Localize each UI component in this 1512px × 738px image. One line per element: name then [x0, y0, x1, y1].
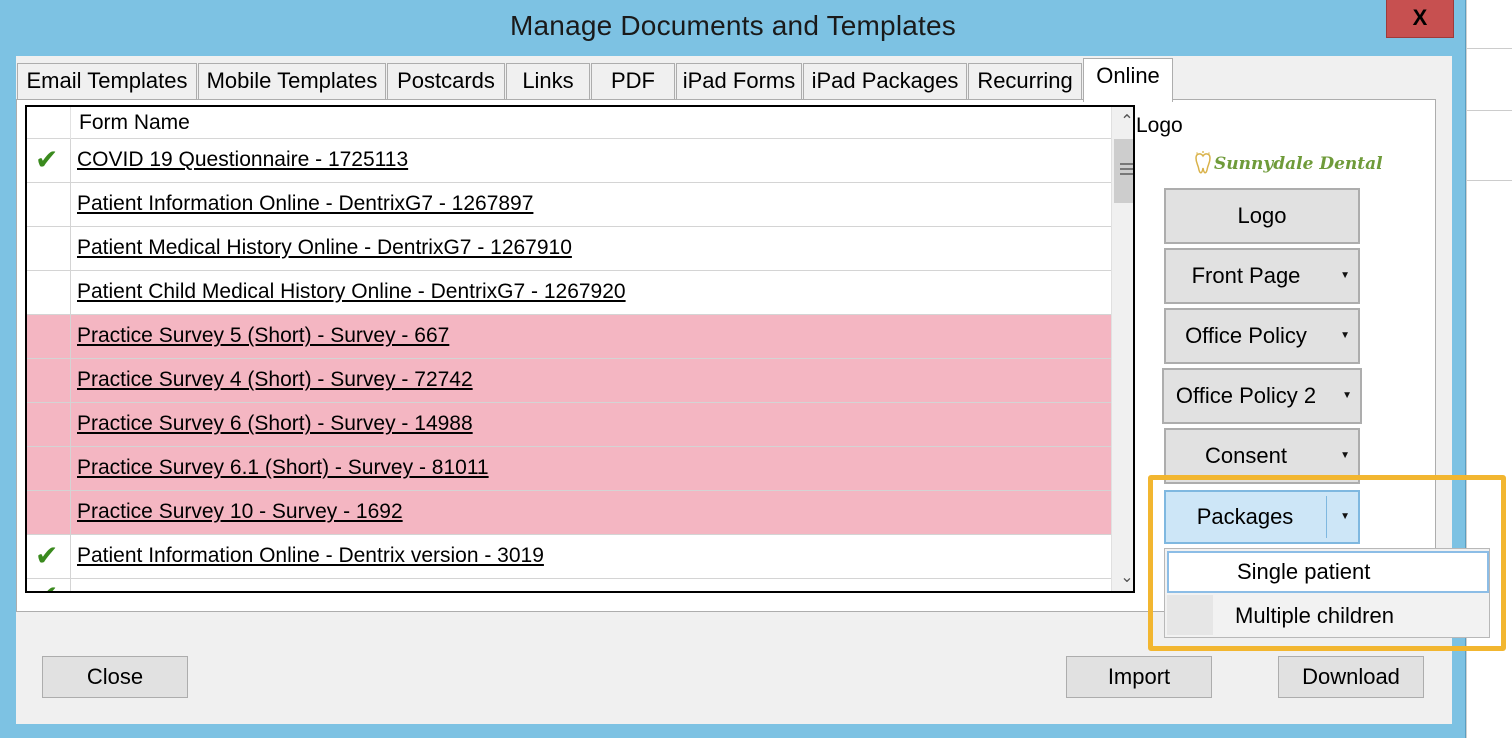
check-cell[interactable] — [27, 271, 71, 314]
checkmark-icon: ✔ — [35, 540, 59, 571]
form-name-link[interactable]: Patient Information Online - DentrixG7 -… — [77, 192, 533, 216]
manage-documents-dialog: Manage Documents and Templates X Email T… — [0, 0, 1506, 738]
grip-icon — [1120, 163, 1133, 177]
logo-button-label: Logo — [1237, 203, 1287, 228]
table-row[interactable]: Practice Survey 10 - Survey - 1692 — [27, 491, 1111, 535]
form-name-link[interactable]: Practice Survey 6.1 (Short) - Survey - 8… — [77, 456, 489, 480]
form-name-link[interactable]: Patient Child Medical History Online - D… — [77, 280, 626, 304]
divider — [1467, 180, 1512, 181]
grid-rows: ✔ COVID 19 Questionnaire - 1725113 Patien… — [27, 139, 1111, 592]
office-policy-2-button[interactable]: Office Policy 2 ▼ — [1162, 368, 1362, 424]
dropdown-arrow-icon: ▼ — [1342, 390, 1352, 401]
logo-label: Logo — [1136, 114, 1183, 137]
check-cell[interactable] — [27, 359, 71, 402]
table-row[interactable]: ✔ COVID 19 Questionnaire - 1725113 — [27, 139, 1111, 183]
forms-grid[interactable]: Form Name ✔ COVID 19 Questionnaire - 1725… — [25, 105, 1135, 593]
packages-label: Packages — [1196, 504, 1294, 529]
close-icon: X — [1412, 5, 1428, 30]
dropdown-arrow-icon: ▼ — [1340, 270, 1350, 281]
packages-dropdown-menu: Single patient Multiple children — [1164, 548, 1490, 638]
download-button[interactable]: Download — [1278, 656, 1424, 698]
table-row-partial[interactable]: ✔ — [27, 579, 1111, 592]
logo-button[interactable]: Logo — [1164, 188, 1360, 244]
table-row[interactable]: ✔ Patient Information Online - Dentrix ve… — [27, 535, 1111, 579]
dropdown-arrow-icon: ▼ — [1340, 330, 1350, 341]
table-row[interactable]: Practice Survey 6 (Short) - Survey - 149… — [27, 403, 1111, 447]
scroll-down-arrow-icon[interactable]: ⌄ — [1112, 563, 1133, 591]
check-cell[interactable] — [27, 227, 71, 270]
tab-email-templates[interactable]: Email Templates — [17, 63, 197, 99]
tab-links[interactable]: Links — [506, 63, 590, 99]
practice-logo: Sunnydale Dental — [1192, 148, 1383, 184]
table-row[interactable]: Patient Information Online - DentrixG7 -… — [27, 183, 1111, 227]
form-name-link[interactable]: Patient Medical History Online - Dentrix… — [77, 236, 572, 260]
scroll-up-arrow-icon[interactable]: ⌃ — [1112, 107, 1133, 137]
grid-scrollbar[interactable]: ⌃ ⌄ — [1111, 107, 1133, 591]
checkmark-icon: ✔ — [35, 581, 58, 592]
tab-online[interactable]: Online — [1083, 58, 1173, 102]
form-name-link[interactable]: Practice Survey 10 - Survey - 1692 — [77, 500, 403, 524]
office-policy-label: Office Policy — [1185, 323, 1307, 348]
consent-label: Consent — [1205, 443, 1287, 468]
form-name-link[interactable]: Patient Information Online - Dentrix ver… — [77, 544, 544, 568]
menu-item-multiple-children[interactable]: Multiple children — [1167, 595, 1489, 637]
check-cell[interactable]: ✔ — [27, 579, 71, 592]
check-cell[interactable]: ✔ — [27, 139, 71, 182]
table-row[interactable]: Practice Survey 4 (Short) - Survey - 727… — [27, 359, 1111, 403]
checkmark-icon: ✔ — [35, 144, 59, 175]
check-cell[interactable] — [27, 315, 71, 358]
scroll-thumb[interactable] — [1114, 139, 1133, 203]
table-row[interactable]: Patient Medical History Online - Dentrix… — [27, 227, 1111, 271]
check-cell[interactable]: ✔ — [27, 535, 71, 578]
table-row[interactable]: Patient Child Medical History Online - D… — [27, 271, 1111, 315]
menu-item-label: Multiple children — [1235, 603, 1394, 628]
check-cell[interactable] — [27, 447, 71, 490]
divider — [1467, 110, 1512, 111]
grid-header: Form Name — [27, 107, 1111, 139]
split-divider — [1326, 496, 1327, 538]
dropdown-arrow-icon: ▼ — [1340, 450, 1350, 461]
import-button[interactable]: Import — [1066, 656, 1212, 698]
menu-item-label: Single patient — [1237, 559, 1371, 584]
table-row[interactable]: Practice Survey 5 (Short) - Survey - 667 — [27, 315, 1111, 359]
consent-button[interactable]: Consent ▼ — [1164, 428, 1360, 484]
form-name-link[interactable]: COVID 19 Questionnaire - 1725113 — [77, 148, 408, 172]
dropdown-arrow-icon[interactable]: ▼ — [1340, 511, 1350, 522]
check-column-header — [27, 107, 71, 139]
menu-item-single-patient[interactable]: Single patient — [1167, 551, 1489, 593]
tab-recurring[interactable]: Recurring — [968, 63, 1082, 99]
office-policy-button[interactable]: Office Policy ▼ — [1164, 308, 1360, 364]
form-name-link[interactable]: Practice Survey 4 (Short) - Survey - 727… — [77, 368, 473, 392]
divider — [1467, 48, 1512, 49]
title-bar[interactable]: Manage Documents and Templates X — [0, 0, 1466, 56]
tab-mobile-templates[interactable]: Mobile Templates — [198, 63, 386, 99]
tab-postcards[interactable]: Postcards — [387, 63, 505, 99]
logo-text: Sunnydale Dental — [1214, 154, 1383, 174]
front-page-label: Front Page — [1191, 263, 1301, 288]
close-button[interactable]: Close — [42, 656, 188, 698]
office-policy-2-label: Office Policy 2 — [1175, 383, 1317, 408]
packages-button[interactable]: Packages ▼ — [1164, 490, 1360, 544]
window-title: Manage Documents and Templates — [510, 10, 956, 41]
tooth-logo-icon — [1195, 151, 1211, 174]
tab-pdf[interactable]: PDF — [591, 63, 675, 99]
form-name-column-header[interactable]: Form Name — [79, 111, 190, 135]
tab-ipad-packages[interactable]: iPad Packages — [803, 63, 967, 99]
check-cell[interactable] — [27, 183, 71, 226]
form-name-link[interactable]: Practice Survey 6 (Short) - Survey - 149… — [77, 412, 473, 436]
table-row[interactable]: Practice Survey 6.1 (Short) - Survey - 8… — [27, 447, 1111, 491]
front-page-button[interactable]: Front Page ▼ — [1164, 248, 1360, 304]
close-window-button[interactable]: X — [1386, 0, 1454, 38]
check-cell[interactable] — [27, 491, 71, 534]
check-cell[interactable] — [27, 403, 71, 446]
form-name-link[interactable]: Practice Survey 5 (Short) - Survey - 667 — [77, 324, 449, 348]
tab-ipad-forms[interactable]: iPad Forms — [676, 63, 802, 99]
